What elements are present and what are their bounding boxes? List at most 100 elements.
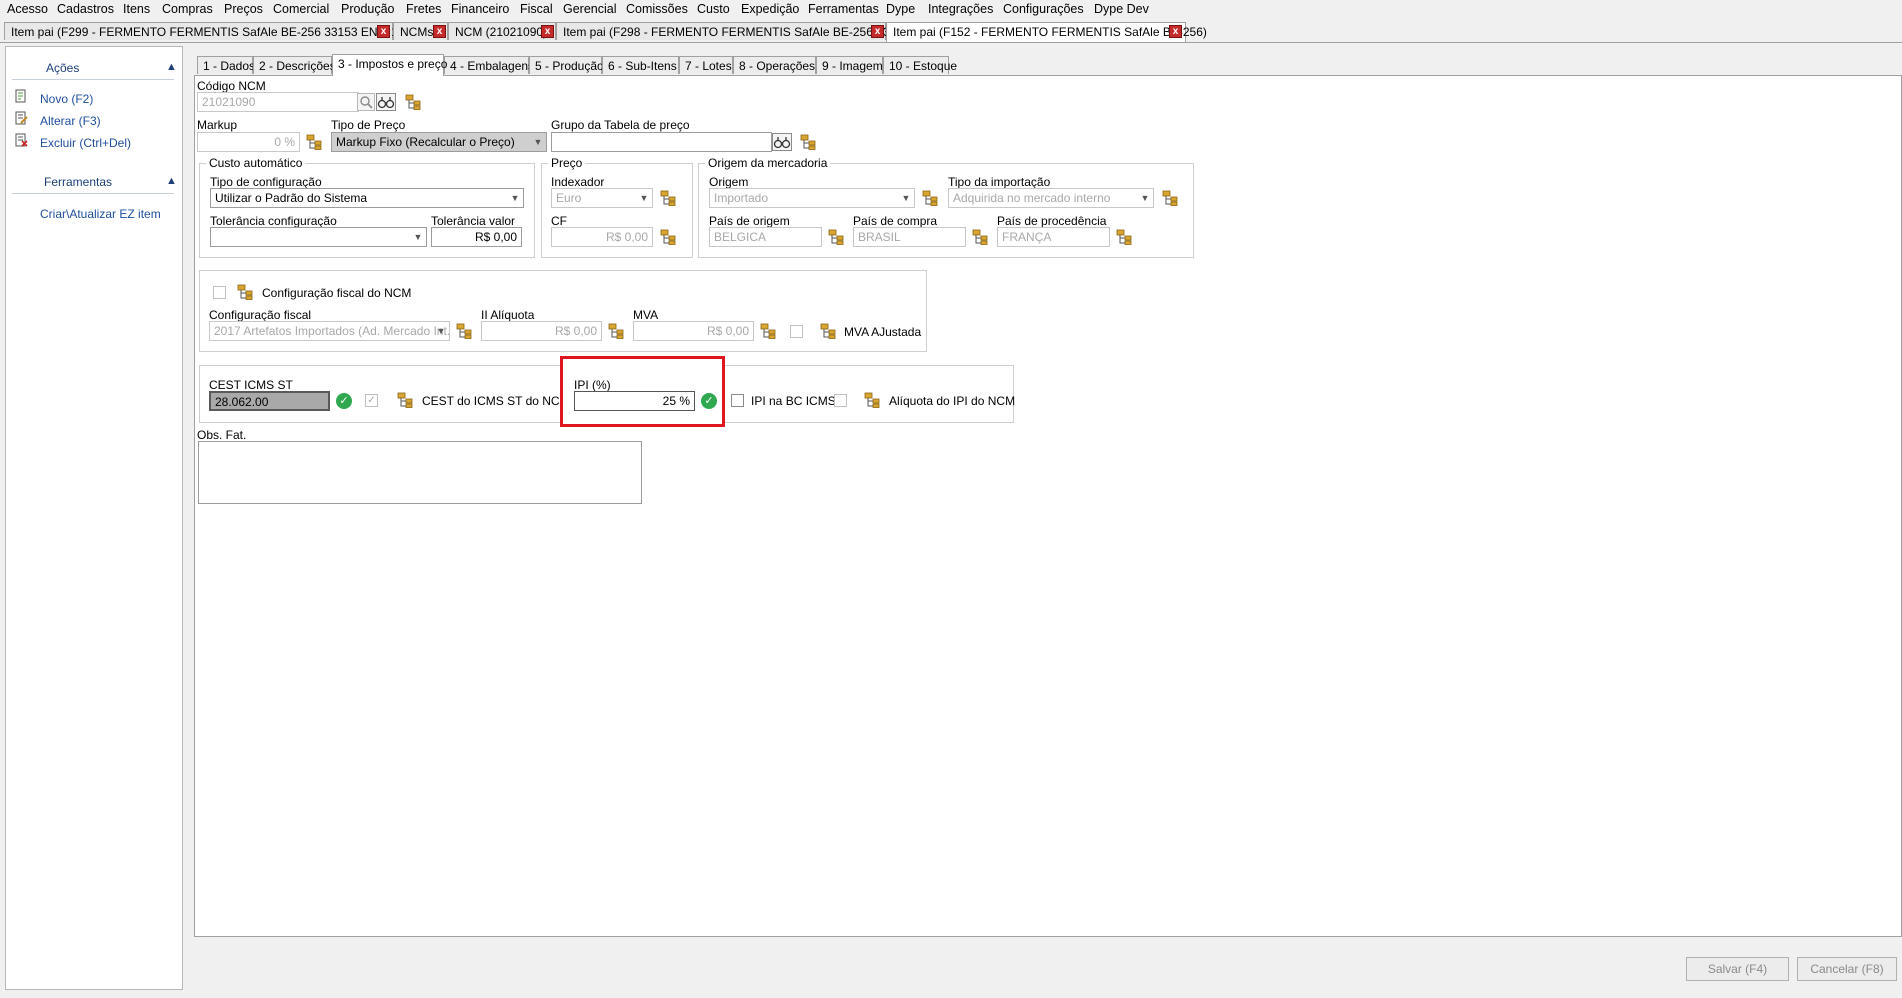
ipi-input[interactable]: 25 % [574, 391, 695, 411]
config-fiscal-tree-icon[interactable] [456, 323, 472, 339]
ncm-tree-icon[interactable] [405, 94, 421, 110]
actions-panel: Ações ▲ Novo (F2) Alterar (F3) Excluir (… [5, 46, 183, 990]
close-icon[interactable]: x [1169, 25, 1182, 38]
doc-tab-ncm-21021090[interactable]: NCM (21021090) x [448, 22, 556, 40]
binoculars-icon[interactable] [376, 93, 396, 111]
markup-tree-icon[interactable] [306, 134, 322, 150]
close-icon[interactable]: x [433, 25, 446, 38]
menu-fretes[interactable]: Fretes [406, 2, 441, 16]
close-icon[interactable]: x [541, 25, 554, 38]
menu-itens[interactable]: Itens [123, 2, 150, 16]
menu-cadastros[interactable]: Cadastros [57, 2, 114, 16]
aliquota-ipi-ncm-checkbox[interactable] [834, 394, 847, 407]
close-icon[interactable]: x [377, 25, 390, 38]
tipo-importacao-tree-icon[interactable] [1162, 190, 1178, 206]
indexador-select[interactable]: Euro ▼ [551, 188, 653, 208]
menu-dype[interactable]: Dype [886, 2, 915, 16]
menu-ferramentas[interactable]: Ferramentas [808, 2, 879, 16]
document-tabs: Item pai (F299 - FERMENTO FERMENTIS SafA… [0, 20, 1902, 43]
cest-ncm-tree-icon[interactable] [397, 392, 413, 408]
chevron-down-icon: ▼ [413, 232, 423, 242]
tab-operacoes[interactable]: 8 - Operações [733, 56, 816, 74]
tab-impostos-e-preco[interactable]: 3 - Impostos e preço [332, 54, 447, 76]
alterar-button[interactable]: Alterar (F3) [40, 114, 101, 128]
mva-input[interactable]: R$ 0,00 [633, 321, 754, 341]
binoculars-icon[interactable] [772, 133, 792, 151]
obs-fat-textarea[interactable] [198, 441, 642, 504]
origem-tree-icon[interactable] [922, 190, 938, 206]
grupo-tabela-input[interactable] [551, 132, 772, 152]
menu-integracoes[interactable]: Integrações [928, 2, 993, 16]
codigo-ncm-input[interactable]: 21021090 [197, 92, 359, 112]
tolerancia-valor-input[interactable]: R$ 0,00 [431, 227, 522, 247]
menu-dype-dev[interactable]: Dype Dev [1094, 2, 1149, 16]
menu-precos[interactable]: Preços [224, 2, 263, 16]
pais-procedencia-tree-icon[interactable] [1116, 229, 1132, 245]
tolerancia-config-label: Tolerância configuração [210, 214, 337, 228]
grupo-tree-icon[interactable] [800, 134, 816, 150]
doc-tab-ncms[interactable]: NCMs x [393, 22, 448, 40]
cest-input[interactable]: 28.062.00 [209, 391, 330, 411]
ii-aliquota-tree-icon[interactable] [608, 323, 624, 339]
cancelar-button[interactable]: Cancelar (F8) [1797, 957, 1897, 981]
tolerancia-config-select[interactable]: ▼ [210, 227, 427, 247]
pais-procedencia-input[interactable]: FRANÇA [997, 227, 1110, 247]
mva-ajustada-checkbox[interactable] [790, 325, 803, 338]
ii-aliquota-input[interactable]: R$ 0,00 [481, 321, 602, 341]
excluir-button[interactable]: Excluir (Ctrl+Del) [40, 136, 131, 150]
tab-sub-itens[interactable]: 6 - Sub-Itens [602, 56, 679, 74]
search-icon[interactable] [357, 93, 375, 111]
tab-producao[interactable]: 5 - Produção [529, 56, 604, 74]
tab-descricoes[interactable]: 2 - Descrições [253, 56, 336, 74]
doc-tab-f299[interactable]: Item pai (F299 - FERMENTO FERMENTIS SafA… [4, 22, 427, 40]
aliquota-ipi-ncm-tree-icon[interactable] [864, 392, 880, 408]
novo-button[interactable]: Novo (F2) [40, 92, 93, 106]
tipo-config-select[interactable]: Utilizar o Padrão do Sistema ▼ [210, 188, 524, 208]
tab-dados[interactable]: 1 - Dados [197, 56, 255, 74]
cest-ncm-checkbox[interactable]: ✓ [365, 394, 378, 407]
cest-ncm-label: CEST do ICMS ST do NCM [422, 394, 570, 408]
origem-label: Origem [709, 175, 749, 189]
indexador-tree-icon[interactable] [660, 190, 676, 206]
ipi-bc-icms-checkbox[interactable] [731, 394, 744, 407]
config-fiscal-select[interactable]: 2017 Artefatos Importados (Ad. Mercado I… [209, 321, 450, 341]
menu-expedicao[interactable]: Expedição [741, 2, 799, 16]
tab-imagem[interactable]: 9 - Imagem [816, 56, 883, 74]
menu-gerencial[interactable]: Gerencial [563, 2, 617, 16]
menu-comercial[interactable]: Comercial [273, 2, 329, 16]
menu-comissoes[interactable]: Comissões [626, 2, 688, 16]
chevron-up-icon[interactable]: ▲ [166, 175, 177, 187]
menu-custo[interactable]: Custo [697, 2, 730, 16]
grupo-tabela-label: Grupo da Tabela de preço [551, 118, 690, 132]
cf-input[interactable]: R$ 0,00 [551, 227, 653, 247]
criar-atualizar-ez-item-button[interactable]: Criar\Atualizar EZ item [40, 207, 161, 221]
config-fiscal-ncm-tree-icon[interactable] [237, 284, 253, 300]
tipo-importacao-select[interactable]: Adquirida no mercado interno ▼ [948, 188, 1154, 208]
menu-producao[interactable]: Produção [341, 2, 395, 16]
doc-tab-f152[interactable]: Item pai (F152 - FERMENTO FERMENTIS SafA… [886, 22, 1207, 42]
menu-financeiro[interactable]: Financeiro [451, 2, 509, 16]
tab-estoque[interactable]: 10 - Estoque [883, 56, 957, 74]
pais-origem-tree-icon[interactable] [828, 229, 844, 245]
menu-configuracoes[interactable]: Configurações [1003, 2, 1084, 16]
menu-acesso[interactable]: Acesso [7, 2, 48, 16]
doc-tab-f298[interactable]: Item pai (F298 - FERMENTO FERMENTIS SafA… [556, 22, 914, 40]
close-icon[interactable]: x [871, 25, 884, 38]
salvar-button[interactable]: Salvar (F4) [1686, 957, 1789, 981]
menu-fiscal[interactable]: Fiscal [520, 2, 553, 16]
tab-embalagens[interactable]: 4 - Embalagens [444, 56, 534, 74]
pais-compra-input[interactable]: BRASIL [853, 227, 966, 247]
chevron-up-icon[interactable]: ▲ [166, 61, 177, 73]
mva-tree-icon[interactable] [760, 323, 776, 339]
config-fiscal-ncm-checkbox[interactable] [213, 286, 226, 299]
tipo-preco-select[interactable]: Markup Fixo (Recalcular o Preço) ▼ [331, 132, 547, 152]
pais-compra-tree-icon[interactable] [972, 229, 988, 245]
cf-tree-icon[interactable] [660, 229, 676, 245]
origem-select[interactable]: Importado ▼ [709, 188, 915, 208]
markup-input[interactable]: 0 % [197, 132, 300, 152]
mva-ajustada-tree-icon[interactable] [820, 323, 836, 339]
menu-compras[interactable]: Compras [162, 2, 213, 16]
pais-origem-label: País de origem [709, 214, 790, 228]
pais-origem-input[interactable]: BELGICA [709, 227, 822, 247]
tab-lotes[interactable]: 7 - Lotes [679, 56, 733, 74]
